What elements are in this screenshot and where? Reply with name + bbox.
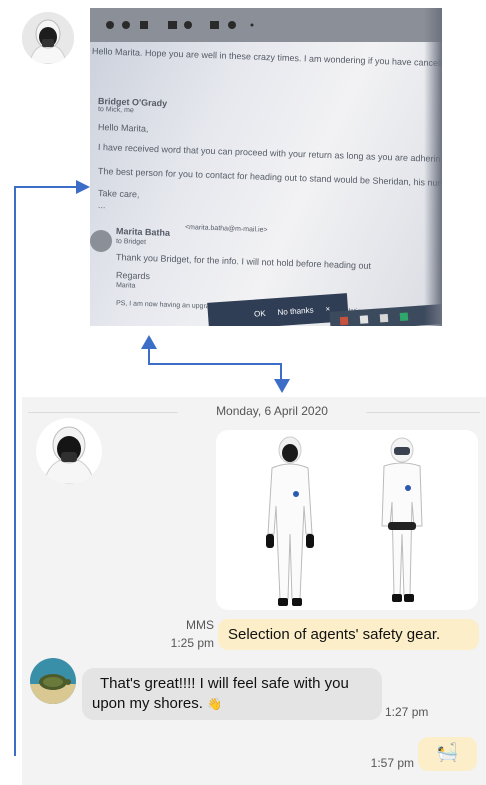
left-connector-vertical [14,186,16,756]
reply-to-line: to Bridget [115,238,147,247]
email-toolbar [90,8,442,42]
safety-gear-illustration [266,436,423,606]
reply-regards: Regards [115,270,151,282]
contact-avatar-agent[interactable] [36,418,102,484]
reply-sender-avatar [90,230,112,252]
reply-timestamp: 1:27 pm [385,705,429,719]
left-connector-horizontal [14,186,78,188]
hazmat-avatar-icon [36,418,102,484]
contact-avatar-turtle[interactable] [30,658,76,704]
turtle-avatar-icon [30,658,76,704]
outgoing-sticker-bubble[interactable]: 🛀 [418,737,477,771]
email-to-line: to Mick, me [97,106,134,115]
email-screen-photo: Hello Marita. Hope you are well in these… [90,8,442,326]
email-greeting-line: Hello Marita. Hope you are well in these… [91,46,442,77]
wave-emoji-icon: 👋 [207,697,223,711]
mms-timestamp: 1:25 pm [170,636,214,650]
photo-vignette [424,8,442,326]
snackbar: OK No thanks × [207,293,349,326]
email-body-2: The best person for you to contact for h… [97,166,442,191]
outgoing-message-bubble[interactable]: Selection of agents' safety gear. [218,619,479,650]
reply-sender-meta: <marita.batha@m-mail.ie> [184,224,268,234]
bath-sticker-icon: 🛀 [436,742,459,762]
arrow-up-icon [141,335,157,349]
mms-image-safety-gear[interactable] [216,430,478,610]
email-ellipsis: ... [97,200,106,211]
mid-connector-vertical-right [280,363,282,379]
date-separator-label: Monday, 6 April 2020 [216,404,328,418]
mid-connector-vertical-left [148,348,150,364]
date-separator: Monday, 6 April 2020 [22,402,486,422]
reply-sender: Marita Batha [115,226,171,238]
mid-connector-horizontal [148,363,282,365]
message-text: Selection of agents' safety gear. [228,626,441,643]
arrow-right-icon [76,180,90,194]
snackbar-ok-button: OK [253,308,266,319]
email-salutation: Hello Marita, [97,122,149,134]
sender-avatar-top [22,12,74,64]
arrow-down-icon [274,379,290,393]
reply-body: Thank you Bridget, for the info. I will … [115,252,372,271]
hazmat-avatar-icon [22,12,74,64]
toolbar-icons [106,21,254,29]
hazmat-suit-black-mask [266,436,314,606]
snackbar-no-thanks-button: No thanks [277,305,314,317]
sticker-timestamp: 1:57 pm [370,756,414,770]
hazmat-suit-goggles [381,437,423,602]
incoming-message-bubble[interactable]: That's great!!!! I will feel safe with y… [82,668,382,720]
mms-label: MMS [186,618,214,632]
email-signoff: Take care, [97,188,140,200]
reply-regards-name: Marita [115,282,136,290]
